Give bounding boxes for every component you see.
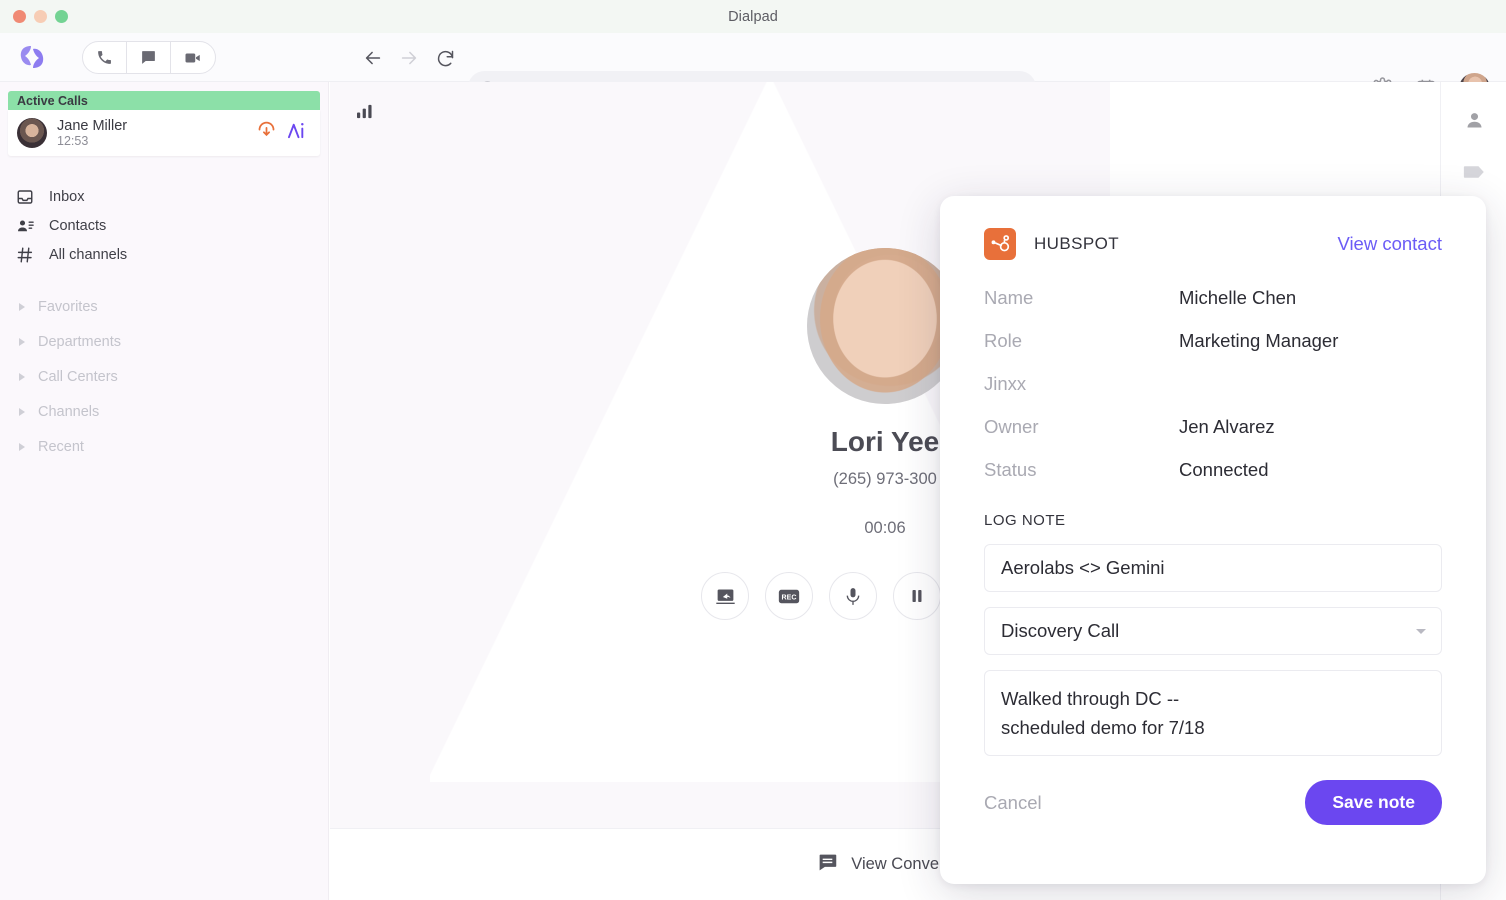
sidebar-section-label: Recent xyxy=(38,439,84,455)
sidebar-section-label: Call Centers xyxy=(38,369,118,385)
active-calls-header: Active Calls xyxy=(8,91,320,110)
navigation-buttons xyxy=(360,45,458,71)
sidebar-section-departments[interactable]: Departments xyxy=(0,324,328,359)
field-value: Jen Alvarez xyxy=(1179,416,1275,438)
hubspot-panel-header: HUBSPOT View contact xyxy=(984,228,1442,260)
field-value: Connected xyxy=(1179,459,1268,481)
callee-name: Lori Yee xyxy=(831,426,939,458)
chevron-right-icon xyxy=(19,443,25,451)
sidebar-section-label: Departments xyxy=(38,334,121,350)
sidebar-nav-list: Inbox Contacts xyxy=(0,182,328,269)
chevron-right-icon xyxy=(19,408,25,416)
hash-icon xyxy=(16,246,38,264)
dialpad-logo-icon xyxy=(18,44,46,70)
hubspot-logo-icon xyxy=(984,228,1016,260)
contacts-icon xyxy=(16,217,38,235)
message-icon[interactable] xyxy=(127,42,171,73)
log-note-type-value: Discovery Call xyxy=(1001,620,1119,642)
hubspot-field-row: Owner Jen Alvarez xyxy=(984,405,1442,448)
chevron-right-icon xyxy=(19,303,25,311)
hubspot-field-row: Jinxx xyxy=(984,362,1442,405)
sidebar-sections: Favorites Departments Call Centers Chann… xyxy=(0,289,328,464)
sidebar-item-inbox[interactable]: Inbox xyxy=(0,182,328,211)
active-call-name: Jane Miller xyxy=(57,118,256,134)
cancel-button[interactable]: Cancel xyxy=(984,792,1042,814)
sidebar-section-favorites[interactable]: Favorites xyxy=(0,289,328,324)
app-toolbar: Search Dialpad xyxy=(0,33,1506,82)
hubspot-field-row: Role Marketing Manager xyxy=(984,319,1442,362)
sidebar-item-label: All channels xyxy=(49,247,127,263)
sidebar-section-label: Favorites xyxy=(38,299,98,315)
sidebar-section-channels[interactable]: Channels xyxy=(0,394,328,429)
log-note-body-textarea[interactable]: Walked through DC -- scheduled demo for … xyxy=(984,670,1442,756)
dialpad-app-window: Dialpad xyxy=(0,0,1506,900)
park-call-icon[interactable] xyxy=(256,120,277,146)
hubspot-brand-label: HUBSPOT xyxy=(1034,234,1119,254)
hubspot-field-row: Status Connected xyxy=(984,448,1442,491)
log-note-type-select[interactable]: Discovery Call xyxy=(984,607,1442,655)
field-key: Jinxx xyxy=(984,373,1179,395)
active-call-actions xyxy=(256,120,310,146)
contact-panel-icon[interactable] xyxy=(1441,94,1506,146)
view-contact-link[interactable]: View contact xyxy=(1337,233,1442,255)
chevron-right-icon xyxy=(19,338,25,346)
field-value: Michelle Chen xyxy=(1179,287,1296,309)
callee-phone-number: (265) 973-300 xyxy=(833,470,937,489)
mute-button[interactable] xyxy=(829,572,877,620)
window-titlebar: Dialpad xyxy=(0,0,1506,33)
log-note-header: LOG NOTE xyxy=(984,512,1442,529)
sidebar-item-label: Contacts xyxy=(49,218,106,234)
chevron-down-icon xyxy=(1416,629,1426,634)
screen-share-button[interactable] xyxy=(701,572,749,620)
mode-switcher xyxy=(82,41,216,74)
save-note-button[interactable]: Save note xyxy=(1305,780,1442,825)
ai-icon[interactable] xyxy=(287,120,310,146)
field-key: Name xyxy=(984,287,1179,309)
hubspot-contact-panel: HUBSPOT View contact Name Michelle Chen … xyxy=(940,196,1486,884)
active-call-meta: Jane Miller 12:53 xyxy=(57,118,256,149)
inbox-icon xyxy=(16,188,38,206)
chevron-right-icon xyxy=(19,373,25,381)
active-call-duration: 12:53 xyxy=(57,134,256,149)
left-sidebar: Active Calls Jane Miller 12:53 xyxy=(0,82,329,900)
field-value: Marketing Manager xyxy=(1179,330,1338,352)
back-arrow-icon[interactable] xyxy=(360,45,386,71)
sidebar-item-contacts[interactable]: Contacts xyxy=(0,211,328,240)
hubspot-field-list: Name Michelle Chen Role Marketing Manage… xyxy=(984,276,1442,491)
video-icon[interactable] xyxy=(171,42,215,73)
sidebar-item-all-channels[interactable]: All channels xyxy=(0,240,328,269)
svg-text:REC: REC xyxy=(782,593,797,601)
active-call-item[interactable]: Jane Miller 12:53 xyxy=(8,110,320,156)
sidebar-section-call-centers[interactable]: Call Centers xyxy=(0,359,328,394)
tags-panel-icon[interactable] xyxy=(1441,146,1506,198)
view-conversation-label: View Convers xyxy=(851,855,953,874)
sidebar-item-label: Inbox xyxy=(49,189,84,205)
sidebar-section-recent[interactable]: Recent xyxy=(0,429,328,464)
log-note-actions: Cancel Save note xyxy=(984,780,1442,825)
chat-icon xyxy=(817,852,838,878)
avatar xyxy=(17,118,47,148)
forward-arrow-icon[interactable] xyxy=(396,45,422,71)
log-note-subject-input[interactable]: Aerolabs <> Gemini xyxy=(984,544,1442,592)
hubspot-field-row: Name Michelle Chen xyxy=(984,276,1442,319)
reload-icon[interactable] xyxy=(432,45,458,71)
field-key: Owner xyxy=(984,416,1179,438)
window-title: Dialpad xyxy=(0,9,1506,25)
field-key: Status xyxy=(984,459,1179,481)
sidebar-section-label: Channels xyxy=(38,404,99,420)
hold-button[interactable] xyxy=(893,572,941,620)
field-key: Role xyxy=(984,330,1179,352)
call-timer: 00:06 xyxy=(864,519,905,538)
record-button[interactable]: REC xyxy=(765,572,813,620)
phone-icon[interactable] xyxy=(83,42,127,73)
